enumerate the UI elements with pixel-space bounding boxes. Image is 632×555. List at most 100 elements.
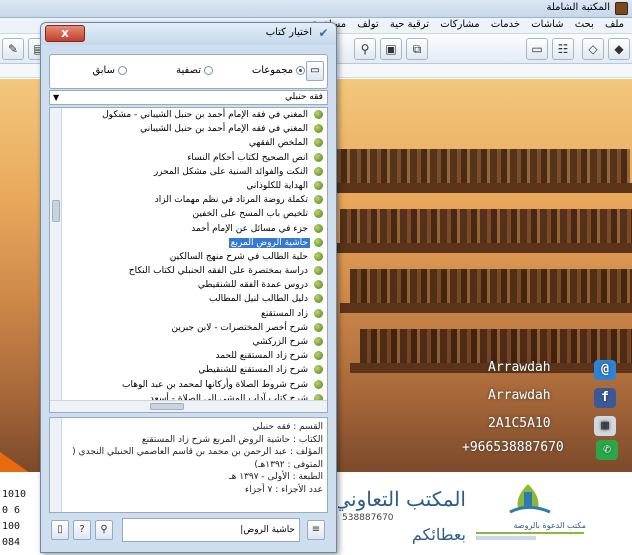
book-title: دليل الطالب لنيل المطالب xyxy=(209,294,308,305)
list-item[interactable]: شرح الزركشي xyxy=(65,335,323,349)
cooperative-office-logo: المكتب التعاوني 538887670 بعطائكم xyxy=(338,487,466,544)
list-item[interactable]: دراسة بمختصرة على الفقه الحنبلي لكتاب ال… xyxy=(65,264,323,278)
list-item[interactable]: شرح زاد المستقنع للشنقيطي xyxy=(65,363,323,377)
shelf-board xyxy=(320,183,632,193)
list-item[interactable]: تكملة روضة المرتاد في نظم مهمات الزاد xyxy=(65,193,323,207)
book-item-icon xyxy=(314,322,323,332)
logo-title: المكتب التعاوني xyxy=(338,487,466,511)
list-item[interactable]: تلخيص باب المسح على الخفين xyxy=(65,207,323,221)
info-section: القسم : فقه حنبلي xyxy=(252,422,323,432)
new-page-icon[interactable]: ▯ xyxy=(51,520,69,540)
copy-icon[interactable]: ⧉ xyxy=(406,38,428,60)
list-item[interactable]: شرح شروط الصلاة وأركانها لمحمد بن عبد ال… xyxy=(65,378,323,392)
info-parts: عدد الأجزاء : ٧ أجزاء xyxy=(244,484,323,495)
radio-label: مجموعات xyxy=(251,65,293,76)
book-info-text: القسم : فقه حنبلي الكتاب : حاشية الروض ا… xyxy=(68,421,323,496)
list-view-icon[interactable]: ≡ xyxy=(307,520,325,540)
list-item[interactable]: حاشية الروض المربع xyxy=(65,236,323,250)
contact-arrawdah-at: Arrawdah @ xyxy=(488,360,616,380)
info-edition: الطبعة : الأولى - ١٣٩٧ هـ xyxy=(228,472,323,482)
book-info-panel: القسم : فقه حنبلي الكتاب : حاشية الروض ا… xyxy=(49,417,328,513)
book-title: المغني في فقه الإمام أحمد بن حنبل الشيبا… xyxy=(102,110,308,120)
book-title: النكت والفوائد السنية على مشكل المحرر xyxy=(153,166,308,177)
radio-filter[interactable]: تصفية xyxy=(176,65,213,76)
menu-screens[interactable]: شاشات xyxy=(527,18,567,31)
book-icon[interactable]: ◆ xyxy=(608,38,630,60)
list-item[interactable]: المغني في فقه الإمام أحمد بن حنبل الشيبا… xyxy=(65,108,323,122)
vertical-scrollbar[interactable] xyxy=(50,108,62,401)
list-item[interactable]: شرح أخصر المختصرات - لابن جبرين xyxy=(65,321,323,335)
scroll-thumb[interactable] xyxy=(52,200,60,222)
bookshelf-row xyxy=(330,149,630,183)
info-died: المتوفى : ١٣٩٢هـ) xyxy=(254,459,323,470)
book-item-icon xyxy=(314,351,323,361)
book-item-icon xyxy=(314,266,323,276)
info-scrollbar[interactable] xyxy=(50,418,62,512)
info-author: المؤلف : عبد الرحمن بن محمد بن قاسم العا… xyxy=(72,447,323,457)
menu-search[interactable]: بحث xyxy=(571,18,598,31)
book-title: جزء في مسائل عن الإمام أحمد xyxy=(191,223,308,234)
app-icon xyxy=(615,2,628,15)
close-button[interactable]: x xyxy=(45,25,85,42)
scroll-thumb[interactable] xyxy=(150,403,184,410)
list-item[interactable]: المغني في فقه الإمام أحمد بن حنبل الشيبا… xyxy=(65,122,323,136)
save-icon[interactable]: ▣ xyxy=(380,38,402,60)
close-icon: x xyxy=(61,26,69,40)
dialog-title: اختيار كتاب xyxy=(265,27,312,38)
menu-file[interactable]: ملف xyxy=(601,18,628,31)
book-title: الملخص الفقهي xyxy=(248,138,308,149)
search-binoculars-icon[interactable]: ⚲ xyxy=(354,38,376,60)
list-item[interactable]: دليل الطالب لنيل المطالب xyxy=(65,292,323,306)
book-item-icon xyxy=(314,195,323,205)
book-items: المغني في فقه الإمام أحمد بن حنبل الشيبا… xyxy=(65,108,323,406)
book-title: حاشية الروض المربع xyxy=(228,237,310,248)
book-title: زاد المستقنع xyxy=(261,308,308,319)
tree-icon[interactable]: ☷ xyxy=(552,38,574,60)
pencil-icon[interactable]: ✎ xyxy=(2,38,24,60)
list-item[interactable]: شرح زاد المستقنع للحمد xyxy=(65,349,323,363)
folder-open-icon[interactable]: ▭ xyxy=(526,38,548,60)
book-item-icon xyxy=(314,180,323,190)
list-item[interactable]: دروس عمدة الفقه للشنقيطي xyxy=(65,278,323,292)
list-item[interactable]: النكت والفوائد السنية على مشكل المحرر xyxy=(65,165,323,179)
book-item-icon xyxy=(314,152,323,162)
bbm-icon: ▦ xyxy=(594,416,616,436)
list-item[interactable]: انص الصحيح لكتاب أحكام النساء xyxy=(65,151,323,165)
book-item-icon xyxy=(314,337,323,346)
digit-line: 0 6 xyxy=(2,505,21,516)
horizontal-scrollbar[interactable] xyxy=(50,400,327,412)
main-window-title: المكتبة الشاملة xyxy=(546,2,610,13)
list-item[interactable]: الهداية للكلوذاني xyxy=(65,179,323,193)
bookshelf-row xyxy=(350,269,632,303)
list-item[interactable]: حلية الطالب في شرح منهج السالكين xyxy=(65,250,323,264)
radio-previous[interactable]: سابق xyxy=(92,65,127,76)
view-mode-panel: مجموعات تصفية سابق ▭ xyxy=(49,54,328,89)
book-title: شرح الزركشي xyxy=(252,337,308,347)
list-item[interactable]: زاد المستقنع xyxy=(65,307,323,321)
book-title: دروس عمدة الفقه للشنقيطي xyxy=(197,280,308,291)
list-item[interactable]: جزء في مسائل عن الإمام أحمد xyxy=(65,222,323,236)
shelf-board xyxy=(330,243,632,253)
search-binoculars-icon[interactable]: ⚲ xyxy=(95,520,113,540)
logo-subtitle: بعطائكم xyxy=(412,525,466,544)
radio-dot-checked xyxy=(296,65,305,75)
main-title-bar: المكتبة الشاملة xyxy=(0,0,632,18)
whatsapp-icon: ✆ xyxy=(596,440,618,460)
contact-bbm: 2A1C5A10 ▦ xyxy=(488,416,616,436)
search-input[interactable] xyxy=(122,518,300,542)
menu-tools[interactable]: تولف xyxy=(353,18,382,31)
radio-groups[interactable]: مجموعات xyxy=(252,65,305,76)
book-title: شرح أخصر المختصرات - لابن جبرين xyxy=(171,322,308,333)
card-view-icon[interactable]: ▭ xyxy=(306,61,324,81)
menu-services[interactable]: خدمات xyxy=(487,18,524,31)
list-item[interactable]: الملخص الفقهي xyxy=(65,136,323,150)
menu-live-update[interactable]: ترقية حية xyxy=(386,18,433,31)
eraser-icon[interactable]: ◇ xyxy=(582,38,604,60)
menu-contributions[interactable]: مشاركات xyxy=(436,18,483,31)
book-item-icon xyxy=(314,294,323,304)
dawah-office-logo: مكتب الدعوة بالروضة xyxy=(476,484,586,540)
bookshelf-row xyxy=(340,209,632,243)
book-list[interactable]: المغني في فقه الإمام أحمد بن حنبل الشيبا… xyxy=(49,107,328,413)
help-book-icon[interactable]: ? xyxy=(73,520,91,540)
category-dropdown[interactable]: فقه حنبلي ▼ xyxy=(49,90,328,105)
